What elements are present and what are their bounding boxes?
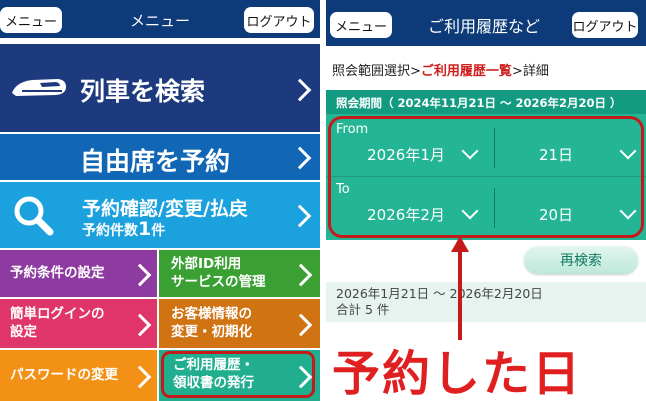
page-title: メニュー [129,12,190,30]
chevron-right-icon [288,204,312,228]
confirm-reservation-tile[interactable]: 予約確認/変更/払戻 予約件数1件 [0,182,320,248]
search-period: 照会期間（ 2024年11月21日 ～ 2026年2月20日 ） [326,90,646,114]
left-menu-screen: メニュー メニュー ログアウト 列車を検索 自由席を予約 予約確認/変更/払戻 … [0,0,320,401]
reservation-conditions-tile[interactable]: 予約条件の設定 [0,250,157,297]
breadcrumb: 照会範囲選択>ご利用履歴一覧>詳細 [332,60,549,79]
research-button[interactable]: 再検索 [524,246,638,274]
menu-button[interactable]: メニュー [0,7,62,33]
external-id-label-line1: 外部ID利用 [171,256,242,272]
up-arrow-icon [451,236,469,340]
customer-info-tile[interactable]: お客様情報の 変更・初期化 [159,299,320,348]
external-id-tile[interactable]: 外部ID利用 サービスの管理 [159,250,320,297]
password-change-tile[interactable]: パスワードの変更 [0,350,157,401]
usage-history-screen: メニュー ご利用履歴など ログアウト 照会範囲選択>ご利用履歴一覧>詳細 照会期… [326,0,646,401]
reservation-count-suffix: 件 [151,223,166,239]
easy-login-tile[interactable]: 簡単ログインの 設定 [0,299,157,348]
reservation-conditions-label: 予約条件の設定 [10,265,105,281]
logout-button[interactable]: ログアウト [572,12,638,38]
chevron-right-icon [288,78,312,102]
date-range-highlight-box [328,116,644,238]
chevron-right-icon [128,365,152,389]
chevron-right-icon [288,146,312,170]
breadcrumb-step1[interactable]: 照会範囲選択> [332,64,421,79]
easy-login-label-line2: 設定 [10,324,37,340]
menu-button[interactable]: メニュー [330,12,392,38]
usage-history-tile[interactable]: ご利用履歴・ 領収書の発行 [159,350,320,401]
logout-button[interactable]: ログアウト [244,7,314,33]
magnifier-icon [14,196,54,236]
chevron-right-icon [128,313,152,337]
external-id-label-line2: サービスの管理 [171,274,266,290]
reservation-count-value: 1 [138,218,152,240]
reserve-free-seat-label: 自由席を予約 [80,147,231,176]
chevron-right-icon [128,263,152,287]
annotation-caption: 予約した日 [332,346,583,401]
reserve-free-seat-tile[interactable]: 自由席を予約 [0,134,320,180]
easy-login-label-line1: 簡単ログインの [10,306,105,322]
search-train-tile[interactable]: 列車を検索 [0,44,320,132]
confirm-reservation-label: 予約確認/変更/払戻 [82,198,248,220]
shinkansen-icon [12,79,66,96]
result-range: 2026年1月21日 ～ 2026年2月20日 [336,286,543,301]
breadcrumb-step3: >詳細 [511,64,549,79]
search-train-label: 列車を検索 [80,77,206,106]
password-change-label: パスワードの変更 [10,367,118,383]
page-title: ご利用履歴など [427,17,540,36]
left-header: メニュー メニュー ログアウト [0,0,320,38]
result-summary: 2026年1月21日 ～ 2026年2月20日 合計 5 件 [326,282,646,322]
chevron-right-icon [289,263,313,287]
customer-info-label-line2: 変更・初期化 [171,324,252,340]
result-total: 合計 5 件 [336,302,390,317]
usage-history-label-line2: 領収書の発行 [173,375,254,391]
reservation-count-prefix: 予約件数 [82,223,138,239]
usage-history-label-line1: ご利用履歴・ [173,357,254,373]
reservation-count: 予約件数1件 [82,218,165,240]
breadcrumb-current: ご利用履歴一覧 [420,64,512,79]
right-header: メニュー ご利用履歴など ログアウト [326,0,646,46]
customer-info-label-line1: お客様情報の [171,306,252,322]
chevron-right-icon [289,313,313,337]
